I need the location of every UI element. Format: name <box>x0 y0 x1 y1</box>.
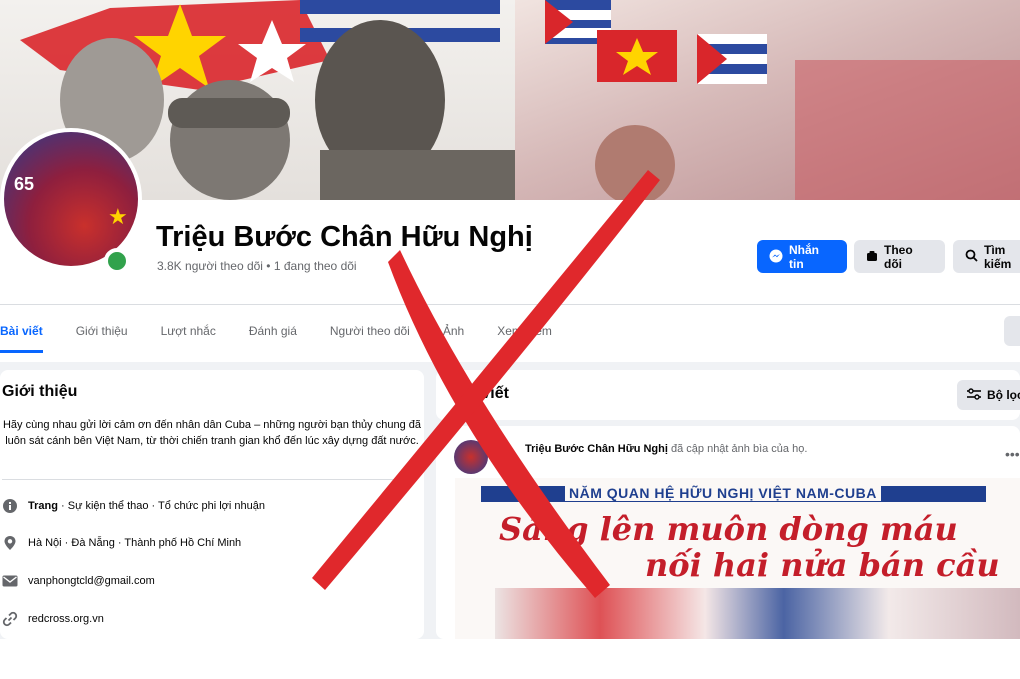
slogan-line-1: Sáng lên muôn dòng máu <box>499 510 958 548</box>
online-status-badge <box>104 248 130 274</box>
tab-photos[interactable]: Ảnh <box>443 318 464 358</box>
posts-header-card <box>436 370 1020 420</box>
page-title: Triệu Bước Chân Hữu Nghị <box>156 221 533 253</box>
cover-photo[interactable] <box>0 0 1020 200</box>
location-icon <box>2 535 18 551</box>
post-image-collage <box>495 588 1020 639</box>
link-icon <box>2 611 18 627</box>
more-icon[interactable]: ••• <box>1005 446 1020 462</box>
slogan-line-2: nối hai nửa bán cầu <box>645 546 1000 584</box>
messenger-icon <box>769 249 783 265</box>
info-icon <box>2 498 18 514</box>
tab-reviews[interactable]: Đánh giá <box>249 318 297 358</box>
post-author-avatar[interactable] <box>454 440 488 474</box>
cover-photo-right <box>515 0 1020 200</box>
filter-button[interactable]: Bộ lọc <box>957 380 1020 410</box>
post-action-text: đã cập nhật ảnh bìa của họ. <box>667 443 808 455</box>
post-header: Triệu Bước Chân Hữu Nghị đã cập nhật ảnh… <box>525 443 807 455</box>
info-category-row: Trang · Sự kiện thể thao · Tổ chức phi l… <box>2 498 265 514</box>
follow-icon <box>866 250 878 264</box>
tab-mentions[interactable]: Lượt nhắc <box>161 318 216 358</box>
tab-more[interactable]: Xem thêm <box>497 318 552 358</box>
intro-divider <box>2 479 416 480</box>
intro-title: Giới thiệu <box>2 383 78 400</box>
email-link[interactable]: vanphongtcld@gmail.com <box>28 575 155 587</box>
search-icon <box>965 249 978 264</box>
bottom-margin <box>0 639 1020 679</box>
star-icon: ★ <box>108 204 128 229</box>
cover-crowd <box>545 0 1020 200</box>
avatar-anniversary-number: 65 <box>14 174 35 194</box>
filter-icon <box>967 388 981 402</box>
category-value: · Sự kiện thể thao · Tổ chức phi lợi nhu… <box>57 500 265 512</box>
search-button-label: Tìm kiếm <box>984 242 1012 271</box>
message-button-label: Nhắn tin <box>789 242 819 271</box>
follow-button-label: Theo dõi <box>884 242 913 271</box>
follower-stats[interactable]: 3.8K người theo dõi • 1 đang theo dõi <box>157 259 357 273</box>
posts-title: Bài viết <box>452 385 509 402</box>
tab-followers[interactable]: Người theo dõi <box>330 318 410 358</box>
message-button[interactable]: Nhắn tin <box>757 240 847 273</box>
tabs-more-button[interactable] <box>1004 316 1020 346</box>
filter-button-label: Bộ lọc <box>987 388 1020 402</box>
intro-bio: Hãy cùng nhau gửi lời cảm ơn đến nhân dâ… <box>2 419 421 447</box>
website-link[interactable]: redcross.org.vn <box>28 613 104 625</box>
info-location-row: Hà Nội · Đà Nẵng · Thành phố Hồ Chí Minh <box>2 535 241 551</box>
info-email-row: vanphongtcld@gmail.com <box>2 573 155 589</box>
search-button[interactable]: Tìm kiếm <box>953 240 1020 273</box>
follow-button[interactable]: Theo dõi <box>854 240 945 273</box>
banner-text: NĂM QUAN HỆ HỮU NGHỊ VIỆT NAM-CUBA <box>565 485 881 501</box>
page-tabs: Bài viết Giới thiệu Lượt nhắc Đánh giá N… <box>0 318 585 358</box>
tab-posts[interactable]: Bài viết <box>0 318 43 358</box>
header-divider <box>0 304 1020 305</box>
tab-about[interactable]: Giới thiệu <box>76 318 128 358</box>
post-image[interactable]: NĂM QUAN HỆ HỮU NGHỊ VIỆT NAM-CUBA Sáng … <box>455 478 1020 639</box>
category-label: Trang <box>28 500 58 512</box>
location-text: Hà Nội · Đà Nẵng · Thành phố Hồ Chí Minh <box>28 537 242 549</box>
post-author-name[interactable]: Triệu Bước Chân Hữu Nghị <box>525 443 668 455</box>
info-website-row: redcross.org.vn <box>2 611 104 627</box>
email-icon <box>2 573 18 589</box>
